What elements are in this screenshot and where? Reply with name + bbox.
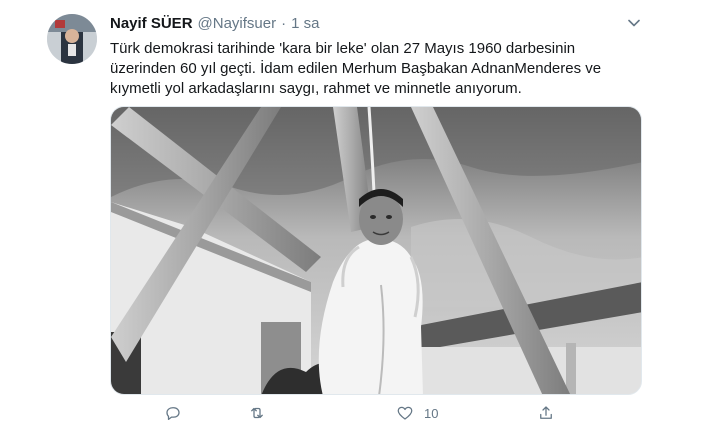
tweet-time[interactable]: 1 sa: [291, 15, 319, 32]
separator-dot: ·: [281, 15, 287, 32]
reply-button[interactable]: [164, 402, 192, 424]
tweet-text-line: kıymetli yol arkadaşlarını saygı, rahmet…: [110, 80, 522, 97]
tweet-text: Türk demokrasi tarihinde 'kara bir leke'…: [110, 39, 650, 99]
chevron-down-icon[interactable]: [626, 15, 642, 31]
photo-image: [111, 107, 641, 394]
tweet-text-line: üzerinden 60 yıl geçti. İdam edilen Merh…: [110, 60, 602, 77]
like-count: 10: [424, 405, 439, 421]
tweet-actions: 10: [110, 402, 642, 426]
author-name[interactable]: Nayif SÜER: [110, 15, 193, 32]
like-button[interactable]: 10: [396, 402, 438, 424]
avatar-image: [47, 14, 97, 64]
retweet-icon: [251, 407, 263, 419]
tweet-photo[interactable]: [110, 106, 642, 395]
share-button[interactable]: [537, 402, 565, 424]
tweet[interactable]: Nayif SÜER @Nayifsuer · 1 sa Türk demokr…: [0, 0, 706, 431]
reply-icon: [166, 407, 180, 421]
tweet-header: Nayif SÜER @Nayifsuer · 1 sa: [110, 15, 319, 35]
tweet-text-line: Türk demokrasi tarihinde 'kara bir leke'…: [110, 40, 576, 57]
retweet-button[interactable]: [248, 402, 276, 424]
heart-icon: [397, 406, 413, 420]
author-handle[interactable]: @Nayifsuer: [198, 15, 277, 32]
avatar[interactable]: [47, 14, 97, 64]
share-icon: [540, 406, 552, 419]
